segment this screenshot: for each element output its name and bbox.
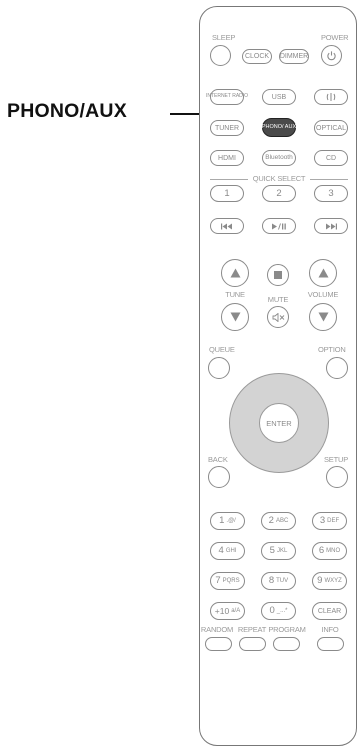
key-6-letters: MNO [326,548,341,554]
optical-button[interactable]: OPTICAL [314,120,348,136]
repeat-label: REPEAT [237,625,267,634]
key-6-digit: 6 [318,545,325,557]
key-plus10-letters: a/A [231,608,241,614]
setup-button[interactable] [326,466,348,488]
key-4-letters: GHI [225,548,237,554]
tune-up-button[interactable] [221,259,249,287]
clear-button[interactable]: CLEAR [312,602,347,620]
key-plus10-digit: +10 [214,605,230,616]
key-1-digit: 1 [219,515,225,527]
key-8-button[interactable]: 8 TUV [261,572,296,590]
remote-control: SLEEP POWER CLOCK DIMMER INTERNET RADIO … [199,6,357,746]
key-0-digit: 0 [269,605,275,617]
antenna-icon [326,93,336,101]
option-button[interactable] [326,357,348,379]
tune-down-button[interactable] [221,303,249,331]
dimmer-button[interactable]: DIMMER [279,49,309,64]
down-arrow-icon [318,312,328,322]
up-arrow-icon [318,268,328,278]
speaker-mute-icon [272,312,284,322]
program-label: PROGRAM [268,625,306,634]
key-0-letters: _...* [276,608,288,614]
mute-button[interactable] [267,306,289,328]
key-6-button[interactable]: 6 MNO [312,542,347,560]
bluetooth-button[interactable]: Bluetooth [262,150,296,166]
random-button[interactable] [205,637,232,651]
navigation-pad[interactable]: ENTER [229,373,329,473]
info-label: INFO [321,625,339,634]
volume-label: VOLUME [307,290,339,299]
quick-select-1-button[interactable]: 1 [210,185,244,202]
callout-label: PHONO/AUX [7,100,127,122]
stop-icon [274,271,282,279]
up-arrow-icon [230,268,240,278]
info-button[interactable] [317,637,344,651]
queue-label: QUEUE [209,345,235,354]
key-1-letters: .@/ [226,518,236,524]
hdmi-button[interactable]: HDMI [210,150,244,166]
setup-label: SETUP [324,455,349,464]
volume-up-button[interactable] [309,259,337,287]
previous-button[interactable] [210,218,244,234]
key-1-button[interactable]: 1 .@/ [210,512,245,530]
key-9-digit: 9 [317,575,323,587]
skip-back-icon [221,223,232,229]
key-3-digit: 3 [319,515,326,527]
internet-radio-button[interactable]: INTERNET RADIO [206,89,248,105]
key-2-button[interactable]: 2 ABC [261,512,296,530]
clock-button[interactable]: CLOCK [242,49,272,64]
key-0-button[interactable]: 0 _...* [261,602,296,620]
key-plus10-button[interactable]: +10 a/A [210,602,245,620]
mute-label: MUTE [267,295,289,304]
volume-down-button[interactable] [309,303,337,331]
option-label: OPTION [318,345,346,354]
repeat-button[interactable] [239,637,266,651]
power-label: POWER [321,33,349,42]
usb-button[interactable]: USB [262,89,296,105]
cd-button[interactable]: CD [314,150,348,166]
random-label: RANDOM [200,625,234,634]
key-4-button[interactable]: 4 GHI [210,542,245,560]
tuner-button[interactable]: TUNER [210,120,244,136]
key-9-button[interactable]: 9 WXYZ [312,572,347,590]
key-2-letters: ABC [275,518,289,524]
play-pause-button[interactable] [262,218,296,234]
down-arrow-icon [230,312,240,322]
enter-button[interactable]: ENTER [259,403,299,443]
tune-label: TUNE [225,290,245,299]
key-5-button[interactable]: 5 JKL [261,542,296,560]
program-button[interactable] [273,637,300,651]
play-pause-icon [272,222,286,230]
key-7-letters: PQRS [222,578,240,584]
key-4-digit: 4 [218,545,224,557]
quick-select-3-button[interactable]: 3 [314,185,348,202]
power-button[interactable] [321,45,342,66]
key-8-digit: 8 [268,575,275,587]
back-label: BACK [208,455,228,464]
key-7-digit: 7 [215,575,221,587]
next-button[interactable] [314,218,348,234]
quick-select-divider-right [310,179,348,180]
key-7-button[interactable]: 7 PQRS [210,572,245,590]
antenna-button[interactable] [314,89,348,105]
quick-select-divider-left [210,179,248,180]
key-9-letters: WXYZ [324,578,342,584]
quick-select-label: QUICK SELECT [252,174,306,183]
power-icon [327,51,336,61]
key-3-button[interactable]: 3 DEF [312,512,347,530]
back-button[interactable] [208,466,230,488]
sleep-button[interactable] [210,45,231,66]
stop-button[interactable] [267,264,289,286]
key-5-digit: 5 [269,545,275,557]
sleep-label: SLEEP [212,33,236,42]
queue-button[interactable] [208,357,230,379]
key-5-letters: JKL [276,548,288,554]
skip-forward-icon [326,223,337,229]
phono-aux-button[interactable]: PHONO/ AUX [262,118,296,137]
quick-select-2-button[interactable]: 2 [262,185,296,202]
key-2-digit: 2 [268,515,274,527]
key-8-letters: TUV [276,578,289,584]
key-3-letters: DEF [327,518,340,524]
